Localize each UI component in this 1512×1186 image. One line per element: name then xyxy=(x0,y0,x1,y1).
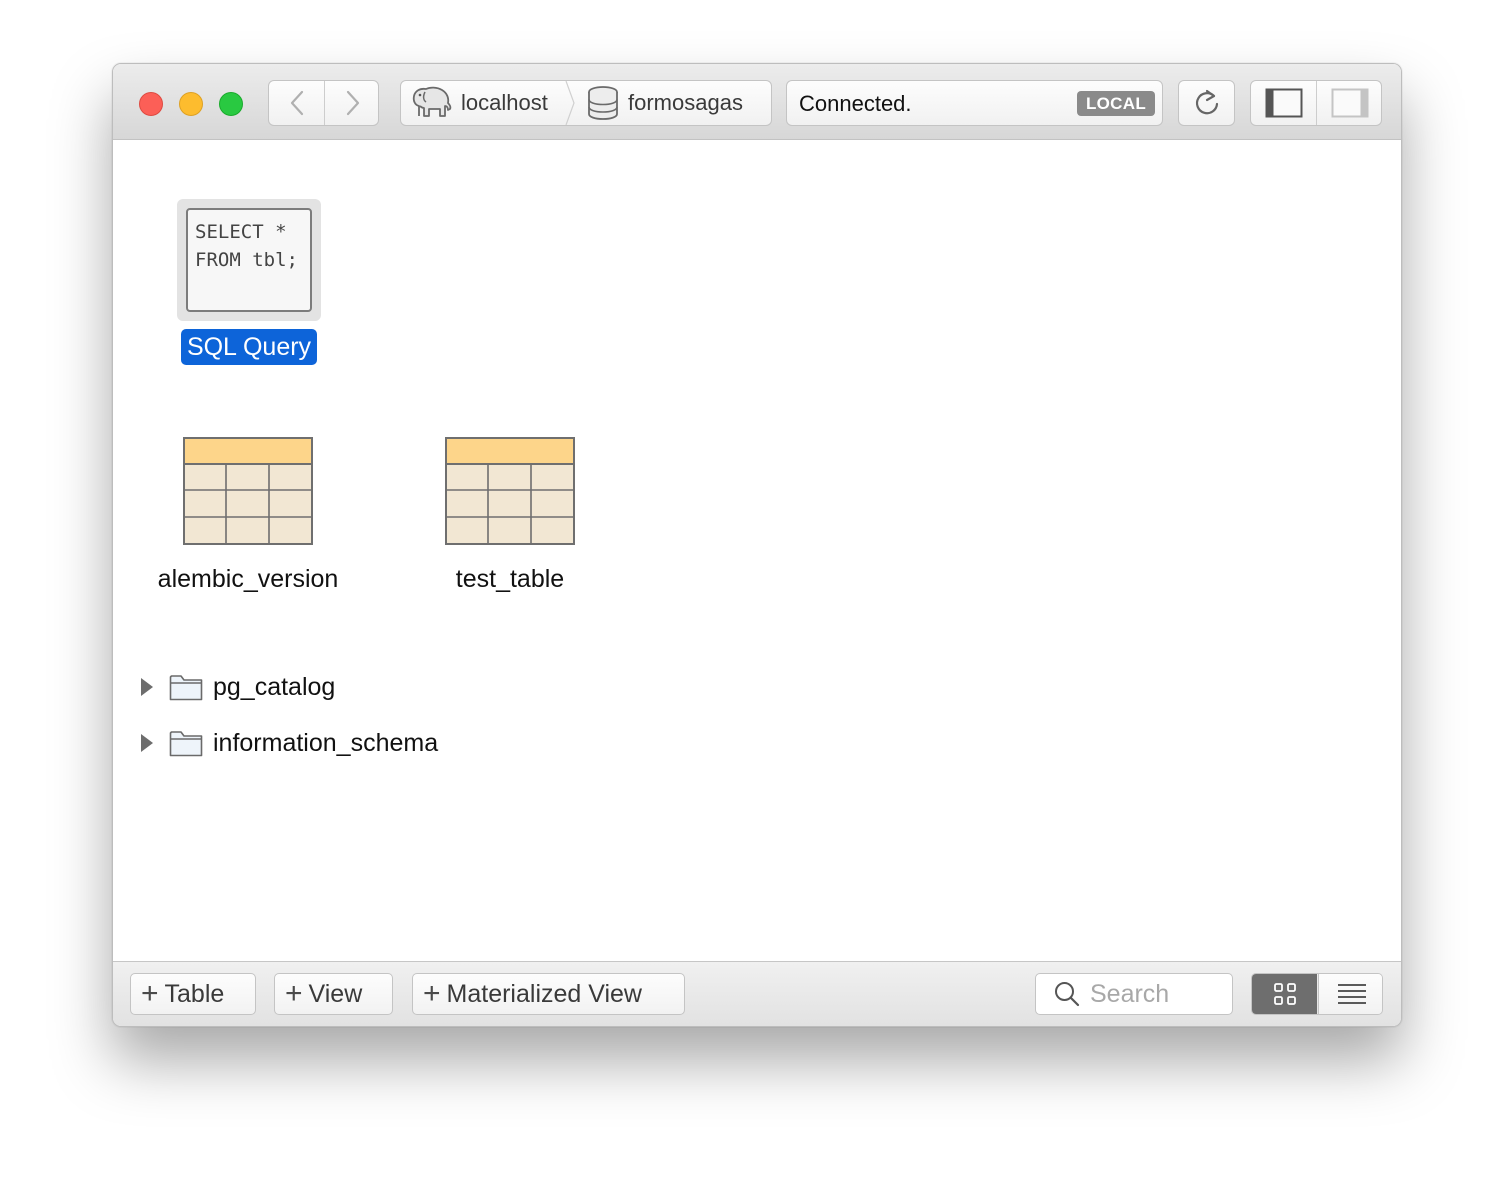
table-icon xyxy=(183,437,313,545)
add-materialized-view-label: Materialized View xyxy=(446,979,642,1008)
left-sidebar-icon xyxy=(1265,88,1302,118)
list-icon xyxy=(1337,984,1366,1004)
navigation-buttons xyxy=(268,80,379,126)
list-view-button[interactable] xyxy=(1318,974,1382,1014)
add-materialized-view-button[interactable]: + Materialized View xyxy=(412,973,685,1015)
refresh-button[interactable] xyxy=(1178,80,1235,126)
add-view-label: View xyxy=(308,979,363,1008)
bottom-toolbar: + Table + View + Materialized View Searc… xyxy=(113,961,1401,1026)
folder-icon xyxy=(169,729,203,757)
status-badge: LOCAL xyxy=(1076,91,1155,116)
chevron-right-icon xyxy=(346,90,359,116)
title-bar: localhost formosagas Connected. LOCAL xyxy=(113,64,1401,140)
table-name: alembic_version xyxy=(157,565,339,593)
right-sidebar-icon xyxy=(1331,88,1368,118)
add-view-button[interactable]: + View xyxy=(274,973,393,1015)
plus-icon: + xyxy=(141,977,159,1010)
table-item[interactable]: alembic_version xyxy=(138,437,358,594)
forward-button[interactable] xyxy=(325,81,380,125)
schema-name: pg_catalog xyxy=(213,672,336,701)
schema-row-information-schema[interactable]: information_schema xyxy=(139,725,438,761)
table-name: test_table xyxy=(455,565,565,593)
folder-icon xyxy=(169,673,203,701)
status-message: Connected. xyxy=(799,91,912,116)
table-icon xyxy=(445,437,575,545)
connection-status: Connected. LOCAL xyxy=(786,80,1163,126)
breadcrumb: localhost formosagas xyxy=(400,80,772,126)
database-name: formosagas xyxy=(628,90,743,115)
search-placeholder: Search xyxy=(1090,979,1170,1008)
server-name: localhost xyxy=(461,90,548,115)
toggle-left-sidebar-button[interactable] xyxy=(1251,81,1316,125)
close-window-button[interactable] xyxy=(139,92,163,116)
search-icon xyxy=(1055,982,1080,1007)
elephant-icon xyxy=(412,86,452,117)
chevron-left-icon xyxy=(290,90,303,116)
toggle-right-sidebar-button[interactable] xyxy=(1317,81,1382,125)
pane-toggle-buttons xyxy=(1250,80,1382,126)
table-item[interactable]: test_table xyxy=(400,437,620,594)
grid-icon xyxy=(1273,983,1296,1005)
sql-query-label: SQL Query xyxy=(180,329,318,365)
schema-name: information_schema xyxy=(213,728,439,757)
back-button[interactable] xyxy=(269,81,324,125)
plus-icon: + xyxy=(285,977,303,1010)
plus-icon: + xyxy=(423,977,441,1010)
sql-query-item[interactable]: SELECT * FROM tbl; SQL Query xyxy=(177,199,321,365)
disclosure-triangle-icon[interactable] xyxy=(139,733,159,753)
database-icon xyxy=(588,86,618,120)
schema-row-pg-catalog[interactable]: pg_catalog xyxy=(139,669,335,705)
disclosure-triangle-icon[interactable] xyxy=(139,677,159,697)
search-field[interactable]: Search xyxy=(1035,973,1233,1015)
add-table-button[interactable]: + Table xyxy=(130,973,256,1015)
add-table-label: Table xyxy=(164,979,225,1008)
grid-view-button[interactable] xyxy=(1252,974,1317,1014)
breadcrumb-separator-icon xyxy=(565,81,575,125)
sql-query-preview: SELECT * FROM tbl; xyxy=(186,208,312,312)
view-mode-toggle xyxy=(1251,973,1383,1015)
breadcrumb-database[interactable]: formosagas xyxy=(586,81,743,125)
refresh-icon xyxy=(1195,89,1218,115)
sql-query-thumbnail: SELECT * FROM tbl; xyxy=(177,199,321,321)
minimize-window-button[interactable] xyxy=(179,92,203,116)
database-browser: SELECT * FROM tbl; SQL Query alembic_ver… xyxy=(113,140,1401,961)
breadcrumb-server[interactable]: localhost xyxy=(411,81,548,125)
zoom-window-button[interactable] xyxy=(219,92,243,116)
app-window: localhost formosagas Connected. LOCAL SE… xyxy=(112,63,1402,1027)
